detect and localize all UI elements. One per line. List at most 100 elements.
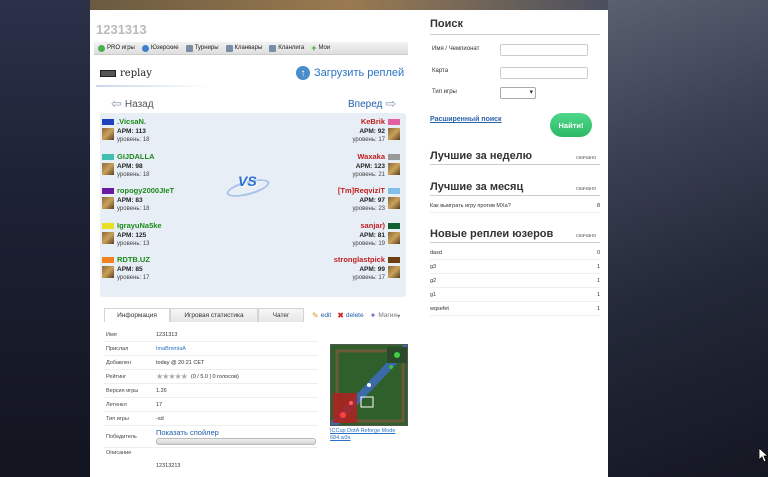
find-button[interactable]: Найти! <box>550 113 592 137</box>
tab-user-games[interactable]: Юзерские <box>141 44 179 52</box>
player-color-flag <box>388 153 400 160</box>
player-name[interactable]: KeBrik <box>361 117 385 126</box>
tab-clanleague[interactable]: Кланлига <box>269 44 304 52</box>
main-column: 1231313 PRO игры Юзерские Турниры Кланва… <box>90 10 420 477</box>
hero-icon <box>102 266 114 278</box>
tab-tournaments[interactable]: Турниры <box>185 44 219 52</box>
tab-game-stats[interactable]: Игровая статистика <box>170 308 258 322</box>
name-input[interactable] <box>500 44 588 56</box>
list-item[interactable]: g1 1 <box>430 292 600 302</box>
apm-value: 92 <box>377 128 385 135</box>
info-row-description: Описание 12313213 <box>106 450 181 469</box>
level-label: уровень: <box>117 137 142 143</box>
list-item[interactable]: g2 1 <box>430 278 600 288</box>
spoiler-bar[interactable] <box>156 438 316 445</box>
players-panel: VS .VicsaN. APM: 113 уровень: 18 GIJDALLA AP… <box>100 113 406 297</box>
hero-icon <box>388 266 400 278</box>
level-value: 23 <box>378 206 385 212</box>
hero-icon <box>388 232 400 244</box>
player-color-flag <box>388 187 400 194</box>
spoiler[interactable]: Показать спойлер <box>156 428 316 445</box>
map-field-label: Карта <box>432 68 449 74</box>
book-icon <box>225 44 233 52</box>
minimap-image <box>330 344 408 426</box>
edit-link[interactable]: ✎ edit <box>312 311 331 320</box>
apm-value: 99 <box>377 266 385 273</box>
info-row-version: Версия игры 1.26 <box>104 384 318 398</box>
magic-wand-icon: ✦ <box>369 311 377 320</box>
tab-chat[interactable]: Чатег <box>258 308 304 322</box>
magic-dropdown[interactable]: ✦ Магия ▾ <box>370 311 401 320</box>
map-name-link[interactable]: ICCup DotA Reforge Mode 684.w3x <box>330 428 410 442</box>
list-item[interactable]: Как выиграть игру против MXa? 8 <box>430 203 600 213</box>
player-name[interactable]: IgrayuNa5ke <box>117 221 162 230</box>
player-name[interactable]: .VicsaN. <box>117 117 146 126</box>
divider <box>430 195 600 196</box>
nav-back-link[interactable]: ⇦ Назад <box>108 96 154 112</box>
apm-label: APM: <box>117 266 134 273</box>
player-name[interactable]: Waxaka <box>357 152 385 161</box>
apm-label: APM: <box>117 163 134 170</box>
tab-clanwars[interactable]: Кланвары <box>225 44 262 52</box>
player-name[interactable]: stronglastpick <box>334 255 385 264</box>
player-name[interactable]: [Tm]ReqviziT <box>338 186 385 195</box>
level-value: 17 <box>378 137 385 143</box>
tab-information[interactable]: Информация <box>104 308 170 322</box>
player-name[interactable]: sanjar) <box>360 221 385 230</box>
apm-label: APM: <box>359 266 376 273</box>
arrow-left-icon: ⇦ <box>111 96 122 111</box>
info-row-added: Добавлен today @ 20:21 CET <box>104 356 318 370</box>
hero-icon <box>102 197 114 209</box>
info-row-rating: Рейтинг ★★★★★ (0 / 5.0 | 0 голосов) <box>104 370 318 384</box>
apm-label: APM: <box>355 163 373 170</box>
hero-icon <box>388 163 400 175</box>
hero-icon <box>102 163 114 175</box>
player-color-flag <box>388 256 400 263</box>
level-value: 18 <box>142 137 150 143</box>
replay-logo-icon <box>100 70 116 77</box>
level-label: уровень: <box>352 172 377 178</box>
list-item[interactable]: g3 1 <box>430 264 600 274</box>
player-card: [Tm]ReqviziT APM: 97 уровень: 23 <box>260 186 400 218</box>
upload-arrow-icon: ↑ <box>296 66 310 80</box>
delete-link[interactable]: ✖ delete <box>337 311 363 320</box>
pencil-icon: ✎ <box>312 311 319 320</box>
show-spoiler-link[interactable]: Показать спойлер <box>156 428 219 437</box>
tab-mine[interactable]: + Мои <box>311 43 330 52</box>
hero-icon <box>102 128 114 140</box>
level-value: 19 <box>378 241 385 247</box>
game-type-select[interactable]: ▾ <box>500 87 536 99</box>
upload-replay-link[interactable]: ↑ Загрузить реплей <box>296 66 404 80</box>
map-input[interactable] <box>500 67 588 79</box>
rating-stars[interactable]: ★★★★★ <box>156 372 188 381</box>
info-tabs: Информация Игровая статистика Чатег <box>104 308 304 322</box>
best-week-title: Лучшие за неделю <box>430 150 533 162</box>
list-item[interactable]: dasd 0 <box>430 250 600 260</box>
player-name[interactable]: ropogy2000JIeT <box>117 186 174 195</box>
level-label: уровень: <box>117 206 142 212</box>
player-card: RDTB.UZ APM: 85 уровень: 17 <box>102 255 242 287</box>
list-item[interactable]: wqsefet 1 <box>430 306 600 316</box>
info-row-sender: Прислал ImaBmmiaA <box>104 342 318 356</box>
level-value: 17 <box>378 275 385 281</box>
page-title: 1231313 <box>96 22 147 37</box>
sender-link[interactable]: ImaBmmiaA <box>156 346 186 352</box>
nav-forward-link[interactable]: Вперед ⇨ <box>348 96 399 112</box>
best-month-title: Лучшие за месяц <box>430 181 524 193</box>
page-content: 1231313 PRO игры Юзерские Турниры Кланва… <box>90 10 608 477</box>
search-title: Поиск <box>430 18 464 30</box>
player-name[interactable]: GIJDALLA <box>117 152 155 161</box>
player-name[interactable]: RDTB.UZ <box>117 255 150 264</box>
background-left <box>0 0 90 477</box>
player-color-flag <box>388 118 400 125</box>
book-icon <box>269 44 277 52</box>
player-color-flag <box>102 118 114 125</box>
level-value: 17 <box>142 275 150 281</box>
info-row-winner: Победитель Показать спойлер <box>104 426 318 448</box>
level-value: 18 <box>142 206 150 212</box>
apm-label: APM: <box>117 232 134 239</box>
tab-pro-games[interactable]: PRO игры <box>98 44 135 52</box>
advanced-search-link[interactable]: Расширенный поиск <box>430 116 502 123</box>
player-card: GIJDALLA APM: 98 уровень: 18 <box>102 152 242 184</box>
apm-label: APM: <box>359 232 376 239</box>
